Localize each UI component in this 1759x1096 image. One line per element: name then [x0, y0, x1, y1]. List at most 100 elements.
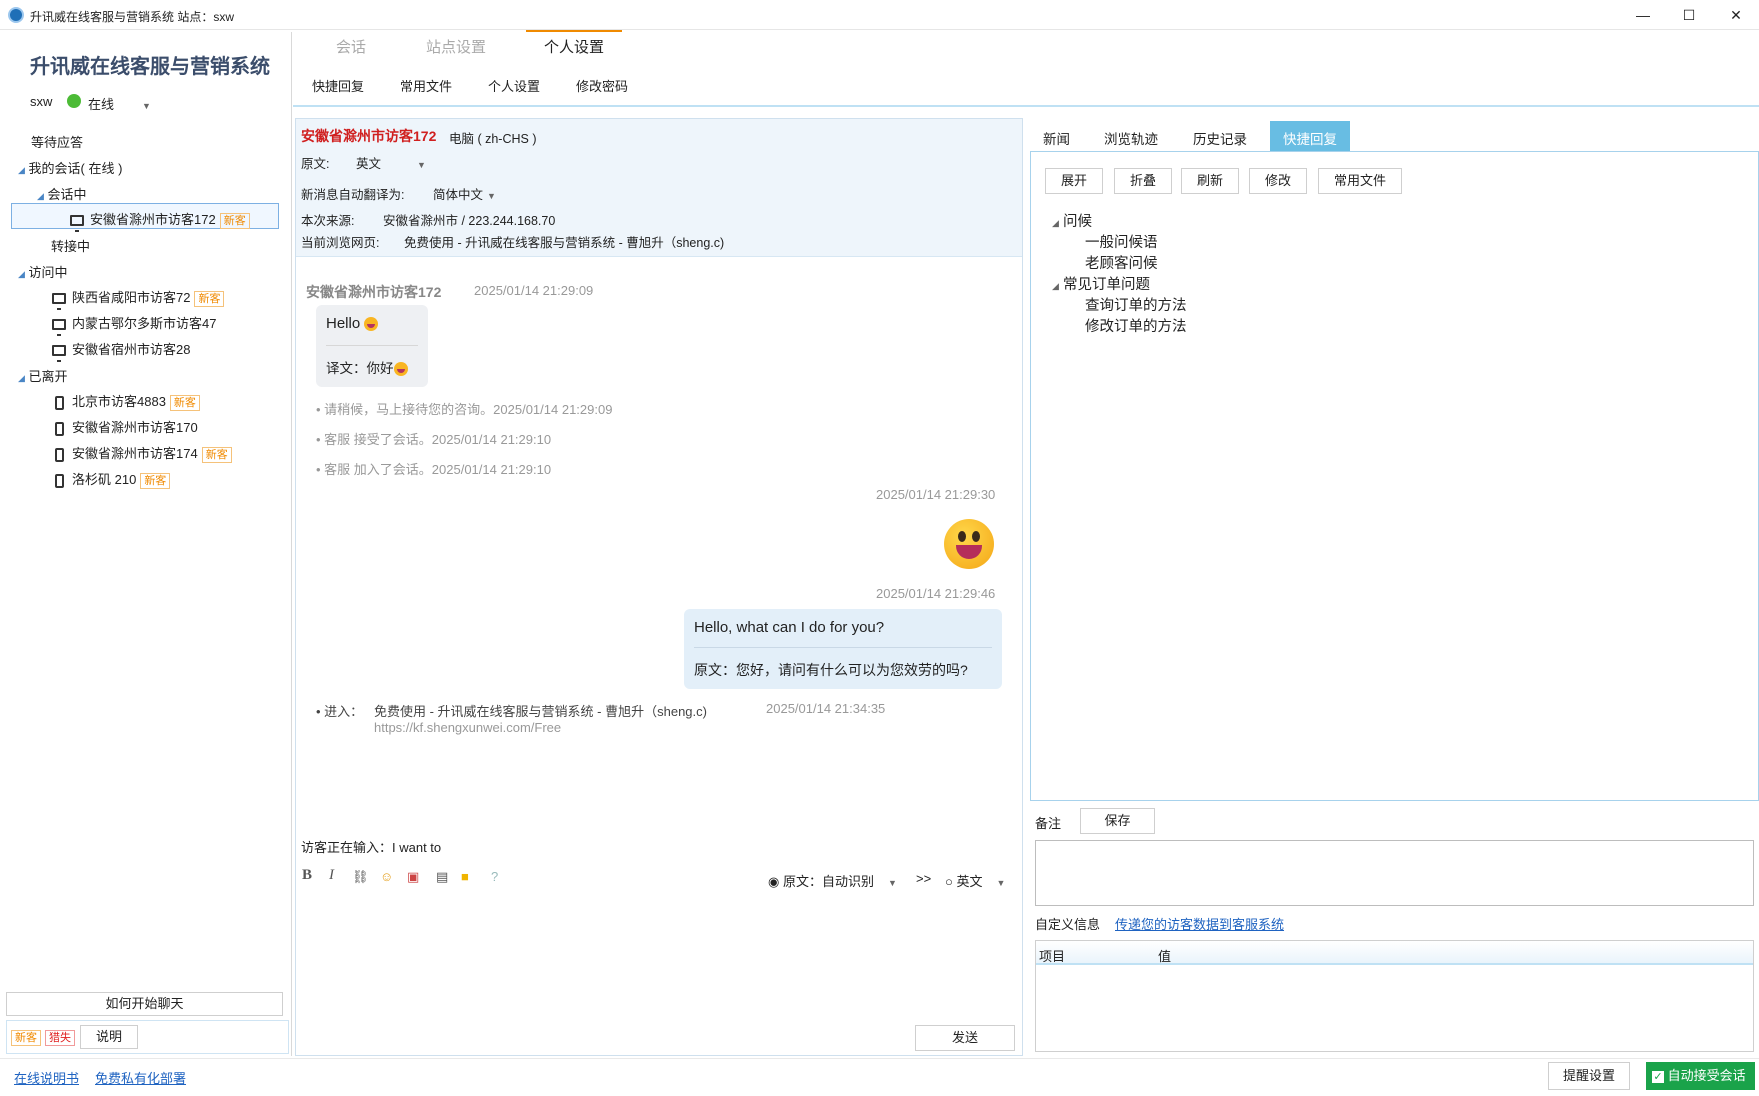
edit-button[interactable]: 修改 [1249, 168, 1307, 194]
subnav-personal-settings[interactable]: 个人设置 [488, 76, 540, 95]
close-button[interactable]: ✕ [1713, 0, 1759, 30]
grin-emoji-icon [393, 362, 408, 377]
emoji-icon[interactable]: ☺ [380, 869, 393, 884]
expand-triangle-icon: ◢ [18, 165, 25, 175]
agent-message-bubble: Hello, what can I do for you? 原文：您好，请问有什… [684, 609, 1002, 689]
visitor-device: 电脑 ( zh-CHS ) [449, 132, 537, 146]
tree-group-label: 问候 [1062, 214, 1092, 230]
message-input[interactable] [296, 894, 1022, 1014]
tab-quick-reply[interactable]: 快捷回复 [1270, 121, 1350, 155]
left-item[interactable]: 洛杉矶 210 新客 [55, 469, 171, 489]
auto-translate-value: 简体中文 [433, 188, 484, 202]
page-label: 当前浏览网页: [301, 236, 380, 250]
tab-news[interactable]: 新闻 [1043, 128, 1070, 148]
auto-accept-label: 自动接受会话 [1667, 1068, 1746, 1083]
tree-visiting[interactable]: ◢ 访问中 [18, 262, 68, 281]
target-radio[interactable]: ○ 英文 ▼ [945, 871, 1005, 890]
tree-my-sessions-label: 我的会话( 在线 ) [28, 161, 123, 176]
tree-waiting[interactable]: 等待应答 [31, 132, 83, 151]
enter-label: • 进入： [316, 704, 364, 719]
subnav-change-password[interactable]: 修改密码 [576, 76, 628, 95]
left-item-label: 北京市访客4883 [72, 394, 166, 409]
link-icon[interactable]: ⛓ [352, 869, 369, 885]
enter-url[interactable]: https://kf.shengxunwei.com/Free [374, 720, 561, 735]
left-item[interactable]: 安徽省滁州市访客170 [55, 417, 198, 436]
new-badge: 新客 [169, 394, 200, 411]
online-status-icon [67, 94, 81, 108]
agent-message-text: Hello, what can I do for you? [694, 619, 885, 636]
tab-session[interactable]: 会话 [336, 36, 366, 57]
tree-visiting-label: 访问中 [28, 265, 68, 280]
left-item[interactable]: 安徽省滁州市访客174 新客 [55, 443, 232, 463]
status-select[interactable]: 在线 ▼ [88, 94, 151, 113]
tree-my-sessions[interactable]: ◢ 我的会话( 在线 ) [18, 158, 122, 177]
source-value: 安徽省滁州市 / 223.244.168.70 [383, 214, 556, 228]
file-icon[interactable]: ▤ [436, 869, 448, 885]
send-button[interactable]: 发送 [915, 1025, 1015, 1051]
grid-header [1036, 941, 1753, 965]
manual-link[interactable]: 在线说明书 [14, 1068, 79, 1087]
tree-leaf[interactable]: 修改订单的方法 [1085, 315, 1187, 336]
note-label: 备注 [1035, 816, 1062, 831]
tree-in-session[interactable]: ◢ 会话中 [37, 184, 87, 203]
orig-radio[interactable]: ◉ 原文：自动识别 ▼ [768, 871, 897, 890]
tab-site-settings[interactable]: 站点设置 [426, 36, 486, 57]
mobile-icon [55, 421, 64, 436]
brand-title: 升讯威在线客服与营销系统 [30, 56, 270, 78]
new-badge: 新客 [140, 472, 171, 489]
maximize-button[interactable]: ☐ [1666, 0, 1712, 30]
auto-accept-toggle[interactable]: ✓ 自动接受会话 [1646, 1062, 1755, 1090]
mobile-icon [55, 395, 64, 410]
left-item-label: 安徽省滁州市访客174 [72, 446, 198, 461]
minimize-button[interactable]: — [1620, 0, 1666, 30]
subnav-quick-reply[interactable]: 快捷回复 [312, 76, 364, 95]
status-label: 在线 [88, 97, 115, 112]
left-item[interactable]: 北京市访客4883 新客 [55, 391, 200, 411]
italic-button[interactable]: I [329, 867, 334, 884]
tab-history[interactable]: 历史记录 [1193, 128, 1247, 148]
tab-personal-settings[interactable]: 个人设置 [526, 30, 623, 61]
note-textarea[interactable] [1035, 840, 1754, 906]
how-to-start-button[interactable]: 如何开始聊天 [6, 992, 283, 1016]
legend-explain-button[interactable]: 说明 [80, 1025, 138, 1049]
tree-leaf[interactable]: 一般问候语 [1085, 231, 1158, 252]
reminder-settings-button[interactable]: 提醒设置 [1548, 1062, 1630, 1090]
tree-group-greeting[interactable]: ◢ 问候 [1052, 210, 1092, 231]
orig-lang-select[interactable]: 英文 ▼ [356, 153, 426, 172]
visiting-item[interactable]: 内蒙古鄂尔多斯市访客47 [52, 313, 216, 337]
tree-group-orders[interactable]: ◢ 常见订单问题 [1052, 273, 1150, 294]
tree-leaf[interactable]: 查询订单的方法 [1085, 294, 1187, 315]
expand-button[interactable]: 展开 [1045, 168, 1103, 194]
msg-time: 2025/01/14 21:29:30 [876, 487, 996, 502]
collapse-button[interactable]: 折叠 [1114, 168, 1172, 194]
enter-time: 2025/01/14 21:34:35 [766, 701, 886, 716]
chevron-down-icon: ▼ [487, 191, 496, 201]
tree-leaf[interactable]: 老顾客问候 [1085, 252, 1158, 273]
tree-transferring[interactable]: 转接中 [51, 236, 90, 255]
expand-triangle-icon: ◢ [18, 373, 25, 383]
visitor-message-text: Hello [326, 315, 379, 332]
image-icon[interactable]: ▣ [407, 869, 419, 885]
tree-left[interactable]: ◢ 已离开 [18, 366, 68, 385]
auto-translate-select[interactable]: 简体中文 ▼ [433, 184, 496, 203]
subnav-common-files[interactable]: 常用文件 [400, 76, 452, 95]
folder-icon[interactable]: ■ [461, 869, 469, 884]
auto-translate-label: 新消息自动翻译为: [301, 188, 405, 202]
custom-info-link[interactable]: 传递您的访客数据到客服系统 [1115, 914, 1284, 933]
tab-browse-trail[interactable]: 浏览轨迹 [1104, 128, 1158, 148]
visiting-item[interactable]: 安徽省宿州市访客28 [52, 339, 190, 363]
private-deploy-link[interactable]: 免费私有化部署 [95, 1068, 186, 1087]
tree-in-session-label: 会话中 [47, 187, 87, 202]
help-icon[interactable]: ? [491, 869, 498, 884]
refresh-button[interactable]: 刷新 [1181, 168, 1239, 194]
chevron-down-icon: ▼ [142, 101, 151, 111]
common-files-button[interactable]: 常用文件 [1318, 168, 1402, 194]
orig-lang-value: 英文 [356, 157, 382, 171]
bold-button[interactable]: B [302, 867, 312, 884]
session-item-current[interactable]: 安徽省滁州市访客172 新客 [70, 209, 250, 233]
visiting-item[interactable]: 陕西省咸阳市访客72 新客 [52, 287, 225, 311]
save-note-button[interactable]: 保存 [1080, 808, 1155, 834]
desktop-icon [52, 319, 66, 337]
agent-message-original: 原文：您好，请问有什么可以为您效劳的吗? [694, 662, 968, 678]
typing-indicator: 访客正在输入：I want to [301, 840, 442, 855]
